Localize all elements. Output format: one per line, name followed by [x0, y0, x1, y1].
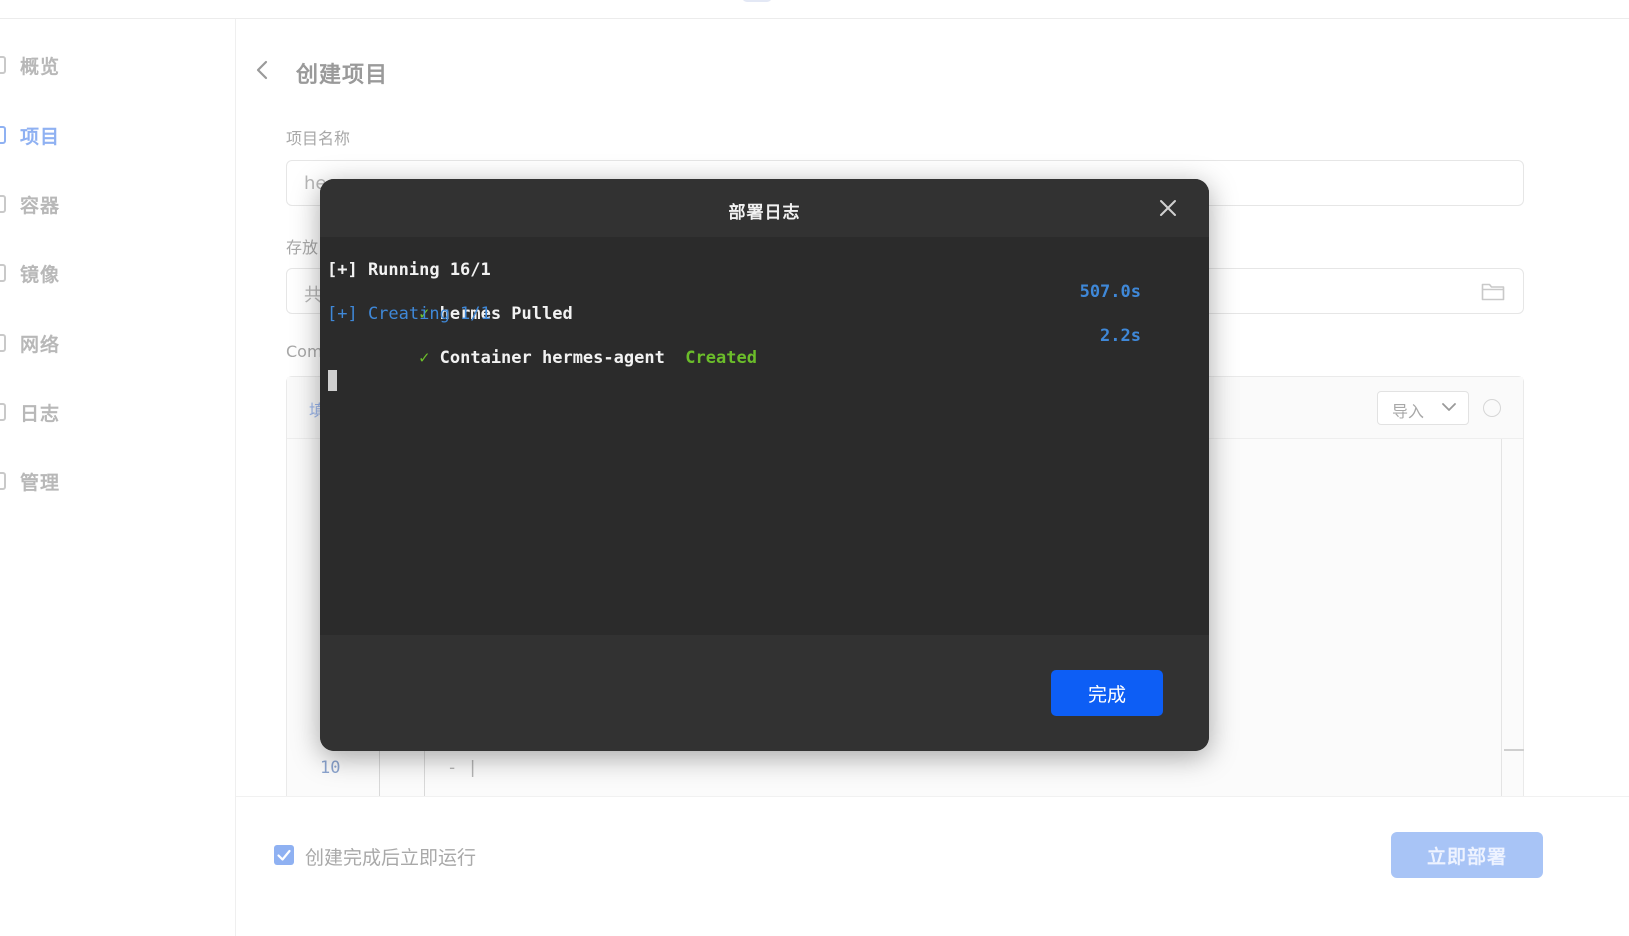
page-title: 创建项目	[296, 63, 389, 88]
project-icon	[0, 126, 6, 144]
sidebar-item-label: 管理	[20, 471, 61, 494]
editor-scroll-thumb[interactable]	[1504, 749, 1524, 751]
log-time-pulled: 507.0s	[1079, 282, 1141, 302]
storage-label: 存放	[286, 238, 319, 257]
log-status-created: Created	[685, 348, 757, 368]
log-line-creating: [+] Creating 1/1	[327, 304, 491, 324]
sidebar-item-logs[interactable]: 日志	[0, 392, 236, 432]
overview-icon	[0, 56, 6, 74]
sidebar-item-overview[interactable]: 概览	[0, 45, 236, 85]
chevron-down-icon	[1442, 403, 1456, 411]
terminal-cursor	[328, 370, 337, 391]
deploy-log-dialog: 部署日志 [+] Running 16/1 ✓ hermes Pulled 50…	[320, 179, 1209, 751]
log-time-created: 2.2s	[1100, 326, 1141, 346]
sidebar-item-label: 概览	[20, 55, 61, 78]
deploy-now-button[interactable]: 立即部署	[1391, 832, 1543, 878]
top-indicator	[742, 0, 772, 2]
folder-icon[interactable]	[1481, 281, 1505, 301]
sidebar-item-label: 日志	[20, 402, 61, 425]
check-icon: ✓	[419, 348, 430, 368]
checkmark-icon	[277, 849, 291, 861]
manage-icon	[0, 472, 6, 490]
auto-run-checkbox[interactable]	[274, 845, 294, 865]
auto-run-label: 创建完成后立即运行	[305, 847, 477, 869]
sidebar-item-images[interactable]: 镜像	[0, 253, 236, 293]
image-icon	[0, 264, 6, 282]
import-dropdown[interactable]: 导入	[1377, 391, 1469, 425]
sidebar-item-containers[interactable]: 容器	[0, 184, 236, 224]
sidebar-item-projects[interactable]: 项目	[0, 115, 236, 155]
form-footer: 创建完成后立即运行 立即部署	[236, 796, 1629, 936]
info-icon[interactable]	[1483, 399, 1501, 417]
log-line-running: [+] Running 16/1	[327, 260, 491, 280]
sidebar: 概览 项目 容器 镜像 网络 日志 管理	[0, 19, 236, 936]
line-number: 10	[320, 758, 341, 778]
sidebar-item-network[interactable]: 网络	[0, 323, 236, 363]
log-terminal[interactable]: [+] Running 16/1 ✓ hermes Pulled 507.0s …	[320, 237, 1209, 635]
app-window: 概览 项目 容器 镜像 网络 日志 管理 创建项目 项目名称 he 存放 共 C…	[0, 0, 1629, 936]
sidebar-item-label: 网络	[20, 333, 61, 356]
dialog-footer: 完成	[320, 635, 1209, 751]
code-line: - |	[447, 758, 478, 778]
import-label: 导入	[1392, 402, 1425, 421]
log-line-created-text: Container hermes-agent	[439, 348, 665, 368]
network-icon	[0, 334, 6, 352]
close-icon[interactable]	[1157, 197, 1179, 219]
top-bar	[0, 0, 1629, 19]
dialog-title: 部署日志	[728, 203, 801, 223]
sidebar-item-label: 镜像	[20, 263, 61, 286]
container-icon	[0, 195, 6, 213]
log-icon	[0, 403, 6, 421]
dialog-header: 部署日志	[320, 179, 1209, 237]
sidebar-item-label: 项目	[20, 125, 61, 148]
sidebar-item-label: 容器	[20, 194, 61, 217]
log-line-created: ✓ Container hermes-agent Created	[327, 325, 757, 391]
sidebar-item-manage[interactable]: 管理	[0, 461, 236, 501]
project-name-label: 项目名称	[286, 129, 351, 148]
editor-scrollbar[interactable]	[1501, 439, 1502, 817]
compose-label: Com	[286, 342, 323, 361]
back-arrow-icon[interactable]	[252, 59, 274, 81]
done-button[interactable]: 完成	[1051, 670, 1163, 716]
